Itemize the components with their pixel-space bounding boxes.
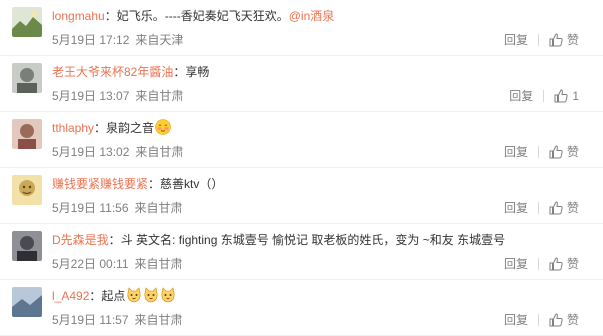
comment-content: 享畅 [185,65,210,79]
comment-source: 来自甘肃 [134,201,183,215]
divider [537,202,539,214]
comment-date: 5月22日 00:11 [52,257,129,271]
comment-text-line: 赚钱要紧赚钱要紧：慈善ktv（） [52,175,593,193]
reply-button[interactable]: 回复 [509,88,533,104]
cat-face-emoji-icon [127,287,141,303]
comment-actions: 回复 赞 [504,312,579,328]
comment-username[interactable]: tthlaphy [52,121,94,135]
comment-date: 5月19日 11:56 [52,201,129,215]
comment-content: 泉韵之音 [106,121,155,135]
like-button[interactable]: 1 [554,88,579,104]
comment-text-line: tthlaphy：泉韵之音 [52,119,593,137]
like-label: 赞 [566,145,579,159]
comment-colon: ： [94,121,107,135]
reply-button[interactable]: 回复 [504,312,528,328]
comment-username[interactable]: l_A492 [52,289,89,303]
comment-source: 来自甘肃 [135,145,184,159]
comment-actions: 回复 赞 [504,32,579,48]
comment-content: 斗 英文名: fighting 东城壹号 愉悦记 取老板的姓氏，变为 ~和友 东… [120,233,506,247]
comment-text-line: l_A492：起点 [52,287,593,305]
comment-list: longmahu：妃飞乐。----香妃奏妃飞天狂欢。@in酒泉 5月19日 17… [0,0,603,336]
comment-text-line: 老王大爷来杯82年醬油：享畅 [52,63,593,81]
comment-username[interactable]: 老王大爷来杯82年醬油 [52,65,173,79]
comment-username[interactable]: longmahu [52,9,105,23]
like-button[interactable]: 赞 [549,256,579,272]
comment-date: 5月19日 13:07 [52,89,130,103]
like-count: 1 [572,89,579,103]
comment-source: 来自甘肃 [135,89,184,103]
thumbs-up-icon [549,201,563,215]
comment-colon: ： [173,65,186,79]
divider [543,90,545,102]
divider [537,146,539,158]
comment-item: 老王大爷来杯82年醬油：享畅 5月19日 13:07 来自甘肃 回复 1 [0,56,603,112]
comment-date: 5月19日 13:02 [52,145,130,159]
comment-username[interactable]: D先森是我 [52,233,109,247]
thumbs-up-icon [549,33,563,47]
comment-actions: 回复 1 [509,88,579,104]
thumbs-up-icon [549,313,563,327]
comment-item: tthlaphy：泉韵之音 5月19日 13:02 来自甘肃 回复 赞 [0,112,603,168]
comment-meta: 5月19日 11:56 来自甘肃 [52,200,183,216]
comment-content: 起点 [101,289,126,303]
comment-meta: 5月19日 17:12 来自天津 [52,32,183,48]
comment-username[interactable]: 赚钱要紧赚钱要紧 [52,177,148,191]
comment-actions: 回复 赞 [504,200,579,216]
divider [537,314,539,326]
thumbs-up-icon [549,257,563,271]
avatar[interactable] [12,7,42,37]
avatar[interactable] [12,231,42,261]
comment-date: 5月19日 11:57 [52,313,129,327]
comment-content: 慈善ktv（） [160,177,224,191]
reply-button[interactable]: 回复 [504,32,528,48]
comment-meta: 5月19日 13:07 来自甘肃 [52,88,183,104]
like-label: 赞 [566,33,579,47]
comment-meta: 5月19日 13:02 来自甘肃 [52,144,183,160]
thumbs-up-icon [554,89,568,103]
like-label: 赞 [566,257,579,271]
avatar[interactable] [12,119,42,149]
cat-face-emoji-icon [144,287,158,303]
like-button[interactable]: 赞 [549,144,579,160]
avatar[interactable] [12,63,42,93]
shy-face-emoji-icon [155,119,171,135]
divider [537,258,539,270]
comment-text-line: D先森是我：斗 英文名: fighting 东城壹号 愉悦记 取老板的姓氏，变为… [52,231,593,249]
comment-meta: 5月22日 00:11 来自甘肃 [52,256,183,272]
comment-item: l_A492：起点 5月19日 11:57 来自甘肃 回复 赞 [0,280,603,336]
comment-source: 来自甘肃 [134,257,183,271]
comment-text-line: longmahu：妃飞乐。----香妃奏妃飞天狂欢。@in酒泉 [52,7,593,25]
comment-content: 妃飞乐。----香妃奏妃飞天狂欢。 [116,9,289,23]
like-button[interactable]: 赞 [549,312,579,328]
comment-date: 5月19日 17:12 [52,33,130,47]
comment-item: longmahu：妃飞乐。----香妃奏妃飞天狂欢。@in酒泉 5月19日 17… [0,0,603,56]
avatar[interactable] [12,175,42,205]
comment-actions: 回复 赞 [504,256,579,272]
comment-colon: ： [148,177,161,191]
divider [537,34,539,46]
comment-mention[interactable]: @in酒泉 [289,9,335,23]
comment-item: D先森是我：斗 英文名: fighting 东城壹号 愉悦记 取老板的姓氏，变为… [0,224,603,280]
thumbs-up-icon [549,145,563,159]
reply-button[interactable]: 回复 [504,256,528,272]
comment-source: 来自甘肃 [134,313,183,327]
comment-colon: ： [108,233,121,247]
comment-meta: 5月19日 11:57 来自甘肃 [52,312,183,328]
cat-face-emoji-icon [161,287,175,303]
comment-source: 来自天津 [135,33,184,47]
reply-button[interactable]: 回复 [504,200,528,216]
comment-actions: 回复 赞 [504,144,579,160]
like-label: 赞 [566,313,579,327]
comment-colon: ： [104,9,117,23]
comment-item: 赚钱要紧赚钱要紧：慈善ktv（） 5月19日 11:56 来自甘肃 回复 赞 [0,168,603,224]
comment-colon: ： [89,289,102,303]
like-label: 赞 [566,201,579,215]
like-button[interactable]: 赞 [549,200,579,216]
like-button[interactable]: 赞 [549,32,579,48]
reply-button[interactable]: 回复 [504,144,528,160]
